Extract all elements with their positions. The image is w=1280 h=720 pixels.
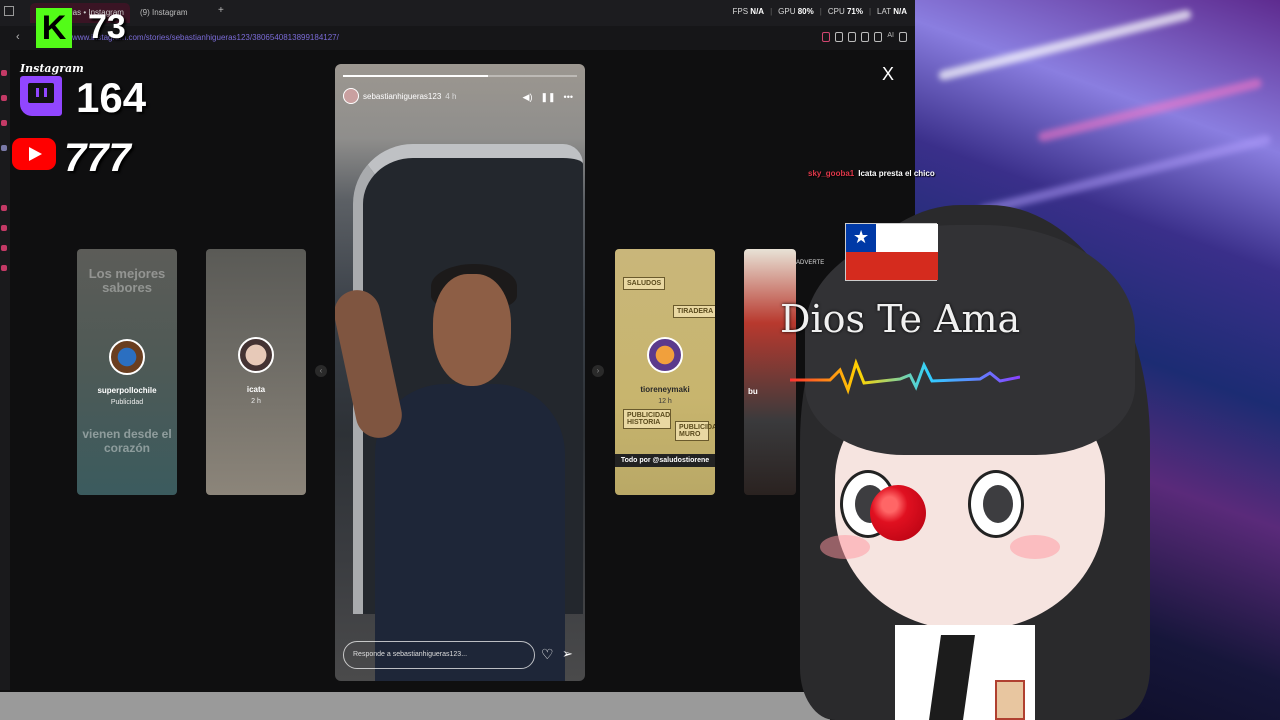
story-progress-bar [343, 75, 577, 77]
chat-message: sky_gooba1 Icata presta el chico [808, 169, 935, 178]
story-user-avatar[interactable] [343, 88, 359, 104]
sidebar-app-icon[interactable] [1, 145, 7, 151]
kick-viewer-count: 73 [88, 8, 126, 46]
avatar-headband-text: Dios Te Ama [780, 297, 1021, 341]
tab-bar: (9) Historias • Instagram (9) Instagram … [0, 0, 915, 26]
share-icon[interactable] [874, 32, 883, 42]
download-icon[interactable] [861, 32, 870, 42]
story-card-box: PUBLICIDAD MURO [675, 421, 715, 441]
window-menu-icon[interactable] [4, 6, 14, 16]
browser-sidebar [0, 50, 10, 690]
light-streak [978, 133, 1272, 217]
cpu-label: CPU 71% [827, 7, 863, 16]
sidebar-app-icon[interactable] [1, 265, 7, 271]
story-controls: ◀) ❚❚ ••• [523, 92, 573, 103]
story-card-superpollochile[interactable]: Los mejores sabores superpollochile Publ… [77, 249, 177, 495]
next-story-button[interactable]: › [592, 365, 604, 377]
story-card-footer: Todo por @saludostiorene [615, 454, 715, 467]
story-header[interactable]: sebastianhigueras123 4 h [343, 88, 456, 104]
story-card-username: tioreneymaki [640, 385, 690, 394]
story-reply-input[interactable]: Responde a sebastianhigueras123... [343, 641, 535, 669]
gpu-label: GPU 80% [778, 7, 814, 16]
new-tab-button[interactable]: + [218, 5, 224, 16]
shield-icon[interactable] [835, 32, 844, 42]
address-bar: ‹ www.instagram.com/stories/sebastianhig… [0, 26, 915, 50]
story-card-username: bu [748, 387, 758, 396]
sidebar-app-icon[interactable] [1, 205, 7, 211]
story-card-box: TIRADERA [673, 305, 715, 318]
story-card-box: SALUDOS [623, 277, 666, 290]
youtube-icon [12, 138, 56, 170]
ai-button[interactable]: AI [887, 32, 894, 42]
story-progress-fill [343, 75, 489, 77]
chile-flag-icon: ★ [845, 223, 938, 281]
heartbeat-line-icon [790, 358, 1020, 395]
youtube-viewer-count: 777 [64, 136, 131, 180]
jesus-badge-icon [995, 680, 1025, 720]
story-card-avatar [647, 337, 683, 373]
more-options-icon[interactable]: ••• [564, 92, 573, 103]
story-image-person-body [375, 384, 565, 681]
back-arrow-icon[interactable]: ‹ [16, 31, 20, 43]
story-card-box: PUBLICIDAD HISTORIA [623, 409, 671, 429]
twitch-icon [20, 76, 62, 116]
story-card-username: icata [246, 385, 266, 394]
send-icon[interactable]: ➢ [562, 646, 573, 662]
performance-overlay: FPS N/A | GPU 80% | CPU 71% | LAT N/A [732, 7, 908, 16]
story-card-sub: 12 h [658, 398, 672, 405]
menu-icon[interactable] [899, 32, 907, 42]
chat-username: sky_gooba1 [808, 169, 855, 178]
pause-icon[interactable]: ❚❚ [540, 92, 555, 103]
story-card-top-text: Los mejores sabores [88, 266, 166, 295]
vtuber-avatar: ★ Dios Te Ama [780, 205, 1170, 720]
story-username[interactable]: sebastianhigueras123 [363, 92, 441, 101]
story-time: 4 h [445, 91, 457, 101]
toolbar-icons: AI [822, 32, 907, 42]
story-card-tioreneymaki[interactable]: SALUDOS TIRADERA tioreneymaki 12 h PUBLI… [615, 249, 715, 495]
light-streak [1037, 77, 1263, 143]
light-streak [937, 8, 1193, 82]
mute-icon[interactable]: ◀) [523, 92, 533, 103]
active-story[interactable]: sebastianhigueras123 4 h ◀) ❚❚ ••• Respo… [335, 64, 585, 681]
kick-logo: K [36, 8, 72, 48]
sidebar-app-icon[interactable] [1, 245, 7, 251]
previous-story-button[interactable]: ‹ [315, 365, 327, 377]
story-card-avatar [238, 337, 274, 373]
profile-icon[interactable] [848, 32, 857, 42]
sidebar-app-icon[interactable] [1, 120, 7, 126]
story-card-icata[interactable]: icata 2 h [206, 249, 306, 495]
heart-icon[interactable]: ♡ [541, 646, 554, 663]
sidebar-app-icon[interactable] [1, 70, 7, 76]
story-card-avatar [109, 339, 145, 375]
avatar-right-eye [968, 470, 1024, 538]
instagram-label: Instagram [20, 62, 84, 75]
close-story-button[interactable]: X [882, 64, 894, 85]
extension-icon[interactable] [822, 32, 831, 42]
twitch-viewer-count: 164 [76, 74, 147, 121]
story-card-bottom-text: vienen desde el corazón [82, 427, 172, 455]
sidebar-app-icon[interactable] [1, 95, 7, 101]
story-image-person-head [433, 274, 511, 386]
story-card-username: superpollochile [97, 386, 157, 395]
avatar-blush [1010, 535, 1060, 559]
chat-text: Icata presta el chico [858, 169, 935, 178]
clown-nose [870, 485, 926, 541]
bottom-strip [0, 692, 830, 720]
stream-screen: (9) Historias • Instagram (9) Instagram … [0, 0, 1280, 720]
tab-instagram[interactable]: (9) Instagram [132, 3, 214, 23]
sidebar-app-icon[interactable] [1, 225, 7, 231]
lat-label: LAT N/A [877, 7, 907, 16]
story-card-sub: 2 h [251, 398, 261, 405]
fps-label: FPS N/A [732, 7, 765, 16]
avatar-blush [820, 535, 870, 559]
story-card-sub: Publicidad [110, 399, 144, 406]
